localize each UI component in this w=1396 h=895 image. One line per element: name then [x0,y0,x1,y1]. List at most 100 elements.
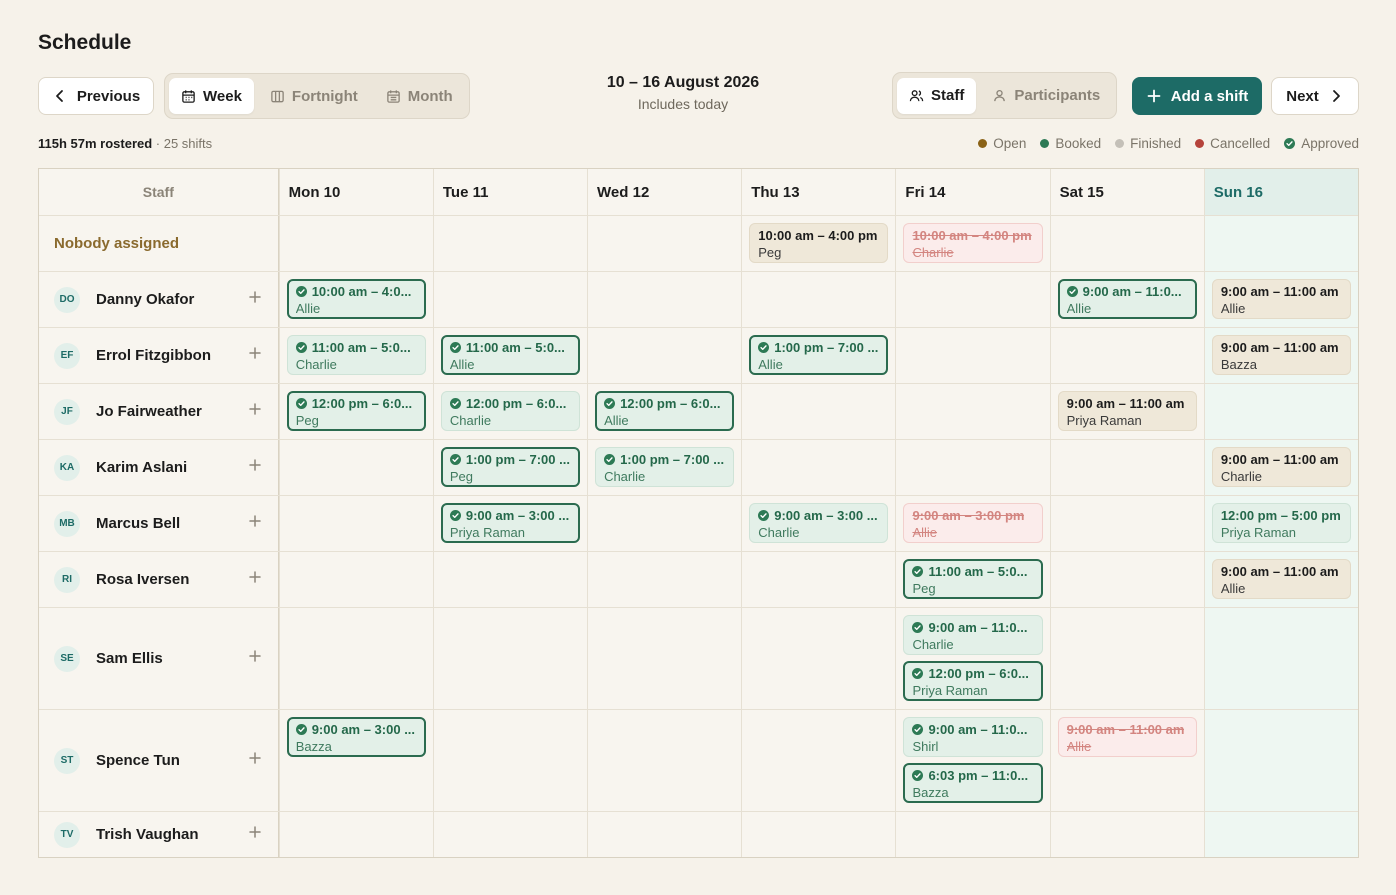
day-cell[interactable] [278,216,433,271]
day-cell[interactable] [1203,608,1358,709]
day-cell[interactable] [1049,812,1204,857]
day-cell[interactable]: 12:00 pm – 6:0... Allie [587,384,741,439]
day-cell[interactable]: 10:00 am – 4:0... Allie [278,272,433,327]
day-cell[interactable] [278,552,433,607]
day-cell[interactable]: 9:00 am – 3:00 pm Allie [895,496,1049,551]
day-cell[interactable]: 12:00 pm – 6:0... Charlie [432,384,587,439]
shift-card[interactable]: 11:00 am – 5:0... Allie [440,335,581,375]
shift-card[interactable]: 12:00 pm – 6:0... Priya Raman [903,661,1043,701]
day-cell[interactable] [741,710,895,811]
day-cell[interactable] [432,216,587,271]
day-cell[interactable] [587,552,741,607]
shift-card[interactable]: 9:00 am – 11:0... Shirl [903,717,1043,757]
day-cell[interactable]: 9:00 am – 3:00 ... Charlie [741,496,895,551]
add-shift-row-button[interactable] [247,569,263,590]
day-cell[interactable] [587,272,741,327]
shift-card[interactable]: 9:00 am – 11:00 am Priya Raman [1057,391,1197,431]
day-cell[interactable] [278,440,433,495]
day-cell[interactable] [278,608,433,709]
day-cell[interactable] [587,496,741,551]
add-shift-row-button[interactable] [247,648,263,669]
day-cell[interactable]: 9:00 am – 3:00 ... Priya Raman [432,496,587,551]
shift-card[interactable]: 9:00 am – 3:00 ... Priya Raman [440,503,581,543]
day-cell[interactable] [1049,608,1204,709]
day-cell[interactable] [1203,216,1358,271]
shift-card[interactable]: 12:00 pm – 6:0... Allie [595,391,735,431]
shift-card[interactable]: 9:00 am – 3:00 ... Charlie [749,503,889,543]
day-cell[interactable]: 11:00 am – 5:0... Allie [432,328,587,383]
day-cell[interactable]: 9:00 am – 3:00 ... Bazza [278,710,433,811]
day-cell[interactable] [587,710,741,811]
day-cell[interactable] [895,812,1049,857]
day-cell[interactable]: 9:00 am – 11:0... Charlie 12:00 pm – 6:0..… [895,608,1049,709]
shift-card[interactable]: 12:00 pm – 6:0... Peg [286,391,426,431]
day-cell[interactable] [278,496,433,551]
day-cell[interactable] [1203,384,1358,439]
shift-card[interactable]: 9:00 am – 11:00 am Allie [1211,559,1351,599]
view-week-button[interactable]: Week [169,78,254,114]
day-cell[interactable] [278,812,433,857]
day-cell[interactable] [1049,440,1204,495]
shift-card[interactable]: 9:00 am – 11:00 am Allie [1057,717,1197,757]
add-shift-row-button[interactable] [247,289,263,310]
day-cell[interactable] [741,608,895,709]
group-staff-button[interactable]: Staff [897,77,977,114]
day-cell[interactable]: 12:00 pm – 5:00 pm Priya Raman [1203,496,1358,551]
view-month-button[interactable]: Month [374,78,465,114]
group-participants-button[interactable]: Participants [980,78,1112,114]
day-cell[interactable]: 1:00 pm – 7:00 ... Charlie [587,440,741,495]
next-button[interactable]: Next [1271,77,1359,115]
day-cell[interactable] [587,216,741,271]
add-shift-button[interactable]: Add a shift [1132,77,1262,115]
day-cell[interactable]: 11:00 am – 5:0... Peg [895,552,1049,607]
shift-card[interactable]: 10:00 am – 4:0... Allie [286,279,426,319]
shift-card[interactable]: 12:00 pm – 5:00 pm Priya Raman [1211,503,1351,543]
day-cell[interactable]: 9:00 am – 11:0... Allie [1049,272,1204,327]
shift-card[interactable]: 1:00 pm – 7:00 ... Charlie [595,447,735,487]
day-cell[interactable]: 9:00 am – 11:00 am Allie [1203,552,1358,607]
shift-card[interactable]: 1:00 pm – 7:00 ... Allie [749,335,889,375]
shift-card[interactable]: 9:00 am – 11:00 am Charlie [1211,447,1351,487]
day-cell[interactable] [1049,552,1204,607]
day-cell[interactable] [1203,812,1358,857]
day-cell[interactable]: 9:00 am – 11:00 am Charlie [1203,440,1358,495]
day-cell[interactable] [587,608,741,709]
previous-button[interactable]: Previous [38,77,154,115]
shift-card[interactable]: 9:00 am – 11:0... Charlie [903,615,1043,655]
shift-card[interactable]: 9:00 am – 11:00 am Allie [1211,279,1351,319]
day-cell[interactable]: 9:00 am – 11:00 am Allie [1203,272,1358,327]
shift-card[interactable]: 9:00 am – 3:00 ... Bazza [286,717,426,757]
day-cell[interactable] [1203,710,1358,811]
shift-card[interactable]: 9:00 am – 11:00 am Bazza [1211,335,1351,375]
day-cell[interactable]: 9:00 am – 11:00 am Bazza [1203,328,1358,383]
add-shift-row-button[interactable] [247,824,263,845]
day-cell[interactable] [1049,328,1204,383]
day-cell[interactable] [895,328,1049,383]
shift-card[interactable]: 12:00 pm – 6:0... Charlie [440,391,581,431]
add-shift-row-button[interactable] [247,401,263,422]
shift-card[interactable]: 11:00 am – 5:0... Peg [903,559,1043,599]
day-cell[interactable] [741,812,895,857]
day-cell[interactable] [432,812,587,857]
shift-card[interactable]: 1:00 pm – 7:00 ... Peg [440,447,581,487]
day-cell[interactable] [741,272,895,327]
add-shift-row-button[interactable] [247,513,263,534]
day-cell[interactable]: 10:00 am – 4:00 pm Peg [741,216,895,271]
day-cell[interactable]: 9:00 am – 11:00 am Priya Raman [1049,384,1204,439]
shift-card[interactable]: 10:00 am – 4:00 pm Charlie [903,223,1043,263]
day-cell[interactable] [895,384,1049,439]
day-cell[interactable] [1049,216,1204,271]
shift-card[interactable]: 10:00 am – 4:00 pm Peg [749,223,889,263]
day-cell[interactable]: 9:00 am – 11:00 am Allie [1049,710,1204,811]
day-cell[interactable] [895,272,1049,327]
day-cell[interactable]: 10:00 am – 4:00 pm Charlie [895,216,1049,271]
day-cell[interactable] [432,552,587,607]
shift-card[interactable]: 6:03 pm – 11:0... Bazza [903,763,1043,803]
day-cell[interactable] [895,440,1049,495]
day-cell[interactable] [432,608,587,709]
shift-card[interactable]: 11:00 am – 5:0... Charlie [286,335,426,375]
day-cell[interactable]: 1:00 pm – 7:00 ... Peg [432,440,587,495]
day-cell[interactable] [587,812,741,857]
add-shift-row-button[interactable] [247,750,263,771]
day-cell[interactable] [741,552,895,607]
